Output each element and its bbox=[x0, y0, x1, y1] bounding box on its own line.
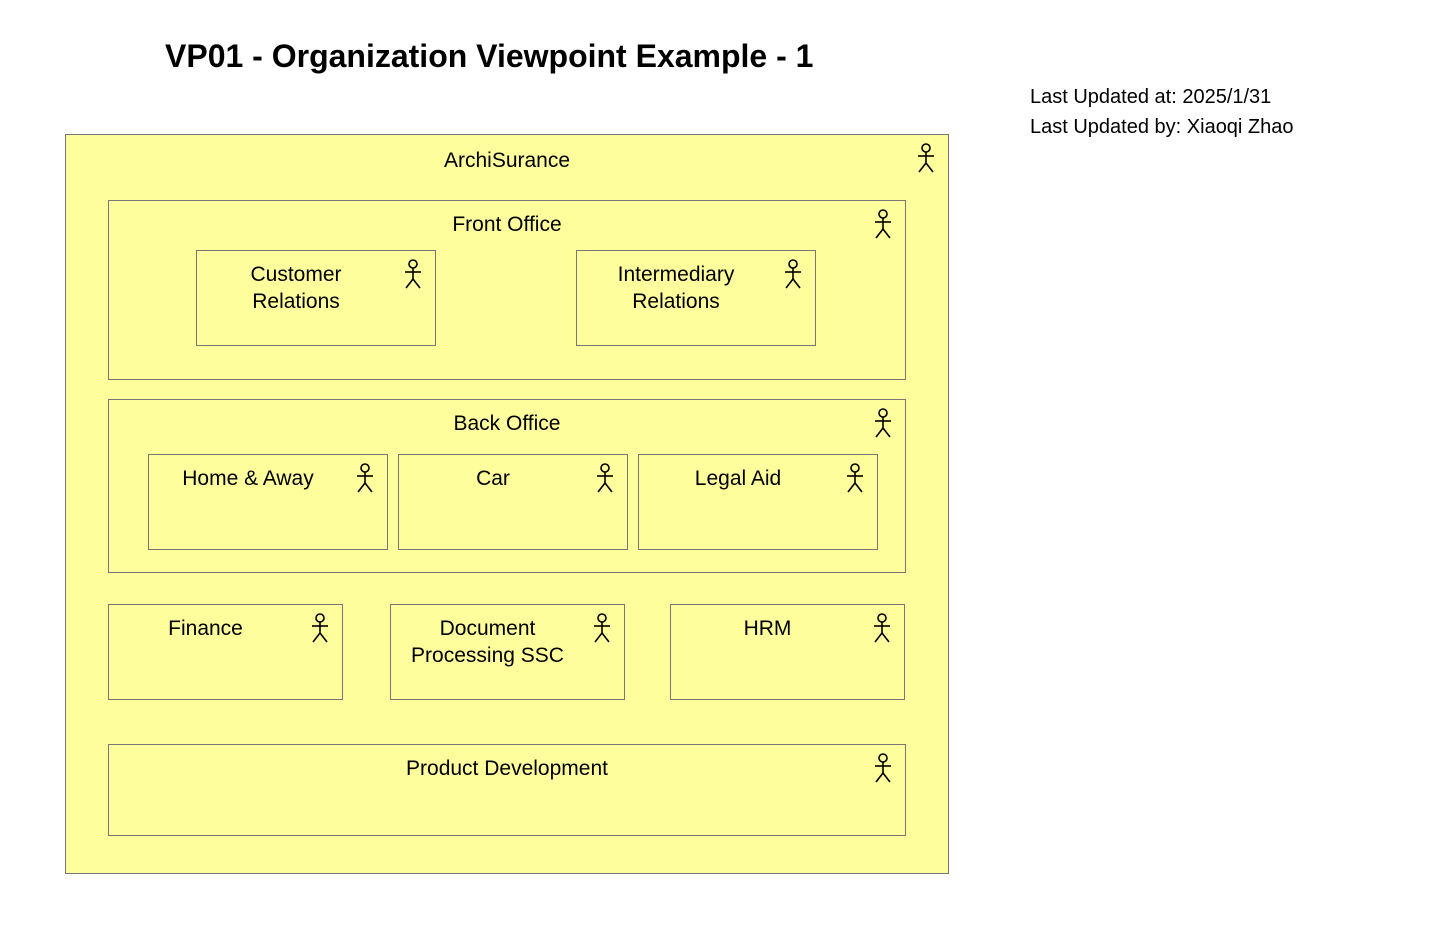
actor-intermediary-relations-label: IntermediaryRelations bbox=[577, 261, 775, 316]
actor-product-development: Product Development bbox=[108, 744, 906, 836]
meta-updated-at-value: 2025/1/31 bbox=[1182, 86, 1271, 108]
diagram-metadata: Last Updated at: 2025/1/31 Last Updated … bbox=[1030, 82, 1294, 142]
diagram-page: VP01 - Organization Viewpoint Example - … bbox=[0, 0, 1442, 952]
actor-icon bbox=[870, 613, 894, 643]
actor-document-processing-ssc: DocumentProcessing SSC bbox=[390, 604, 625, 700]
actor-icon bbox=[843, 463, 867, 493]
meta-updated-at-label: Last Updated at: bbox=[1030, 86, 1182, 108]
actor-front-office-label: Front Office bbox=[109, 211, 905, 238]
actor-legal-aid: Legal Aid bbox=[638, 454, 878, 550]
actor-finance: Finance bbox=[108, 604, 343, 700]
actor-icon bbox=[308, 613, 332, 643]
actor-car-label: Car bbox=[399, 465, 587, 492]
actor-hrm: HRM bbox=[670, 604, 905, 700]
actor-car: Car bbox=[398, 454, 628, 550]
actor-document-processing-ssc-label: DocumentProcessing SSC bbox=[391, 615, 584, 670]
actor-home-away-label: Home & Away bbox=[149, 465, 347, 492]
meta-updated-by: Last Updated by: Xiaoqi Zhao bbox=[1030, 112, 1294, 142]
actor-icon bbox=[781, 259, 805, 289]
meta-updated-by-value: Xiaoqi Zhao bbox=[1187, 116, 1294, 138]
actor-finance-label: Finance bbox=[109, 615, 302, 642]
actor-icon bbox=[871, 753, 895, 783]
actor-icon bbox=[914, 143, 938, 173]
meta-updated-at: Last Updated at: 2025/1/31 bbox=[1030, 82, 1294, 112]
actor-legal-aid-label: Legal Aid bbox=[639, 465, 837, 492]
actor-back-office-label: Back Office bbox=[109, 410, 905, 437]
actor-hrm-label: HRM bbox=[671, 615, 864, 642]
actor-product-development-label: Product Development bbox=[109, 755, 905, 782]
meta-updated-by-label: Last Updated by: bbox=[1030, 116, 1187, 138]
actor-intermediary-relations: IntermediaryRelations bbox=[576, 250, 816, 346]
actor-home-away: Home & Away bbox=[148, 454, 388, 550]
actor-icon bbox=[590, 613, 614, 643]
actor-customer-relations: CustomerRelations bbox=[196, 250, 436, 346]
actor-icon bbox=[871, 408, 895, 438]
actor-icon bbox=[871, 209, 895, 239]
actor-icon bbox=[593, 463, 617, 493]
diagram-title: VP01 - Organization Viewpoint Example - … bbox=[165, 38, 813, 75]
actor-archisurance-label: ArchiSurance bbox=[66, 147, 948, 174]
actor-icon bbox=[401, 259, 425, 289]
actor-icon bbox=[353, 463, 377, 493]
actor-customer-relations-label: CustomerRelations bbox=[197, 261, 395, 316]
